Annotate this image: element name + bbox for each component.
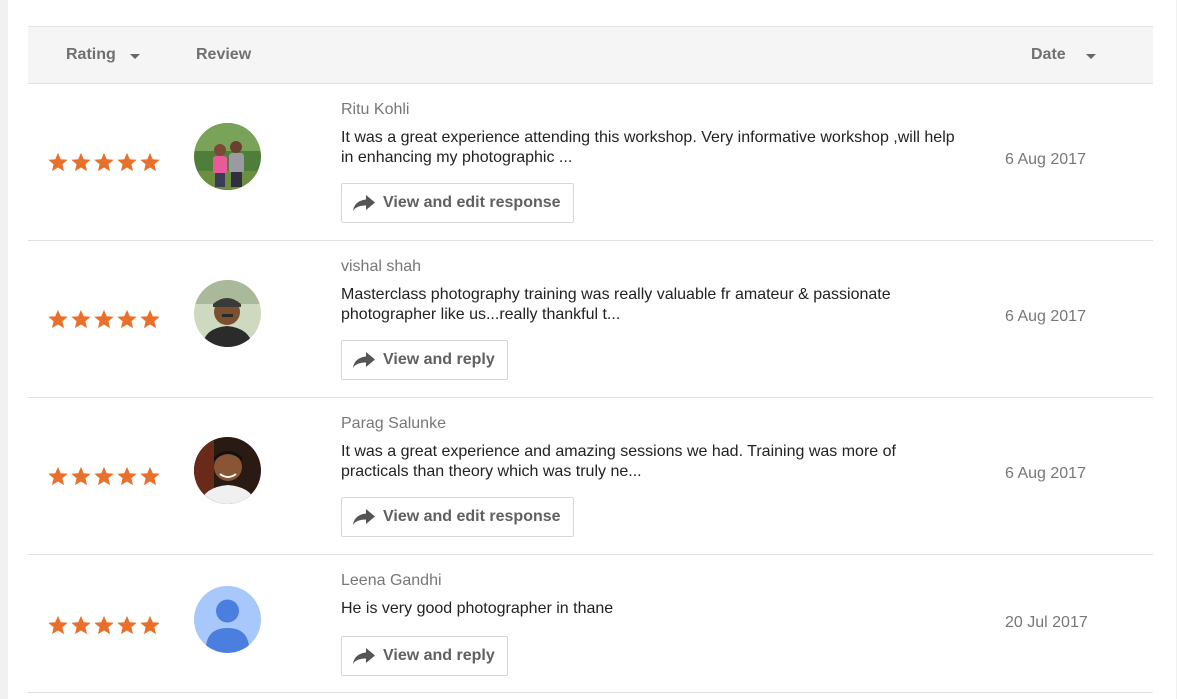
star-icon — [94, 466, 114, 486]
button-label: View and edit response — [383, 508, 561, 525]
star-icon — [117, 152, 137, 172]
review-date: 6 Aug 2017 — [1005, 151, 1086, 168]
caret-down-icon — [129, 53, 140, 59]
star-rating — [47, 614, 161, 636]
star-icon — [94, 152, 114, 172]
star-rating — [47, 465, 161, 487]
table-row: Ritu Kohli It was a great experience att… — [28, 84, 1153, 241]
button-label: View and reply — [383, 351, 495, 368]
reply-arrow-icon — [353, 195, 375, 211]
reviewer-name: Ritu Kohli — [341, 101, 410, 118]
date-column-header[interactable]: Date — [1031, 27, 1096, 83]
star-icon — [140, 152, 160, 172]
avatar[interactable] — [194, 280, 261, 347]
caret-down-icon — [1085, 53, 1096, 59]
view-edit-response-button[interactable]: View and edit response — [341, 183, 574, 223]
reviewer-name: Leena Gandhi — [341, 572, 442, 589]
star-rating — [47, 308, 161, 330]
review-text: Masterclass photography training was rea… — [341, 286, 891, 323]
star-icon — [140, 466, 160, 486]
star-icon — [48, 615, 68, 635]
review-date: 6 Aug 2017 — [1005, 465, 1086, 482]
table-header: Rating Review Date — [28, 26, 1153, 84]
star-icon — [48, 466, 68, 486]
star-icon — [117, 309, 137, 329]
star-icon — [140, 615, 160, 635]
star-icon — [71, 309, 91, 329]
star-icon — [48, 309, 68, 329]
rating-column-header[interactable]: Rating — [66, 27, 140, 83]
star-icon — [71, 615, 91, 635]
star-icon — [71, 466, 91, 486]
review-date: 6 Aug 2017 — [1005, 308, 1086, 325]
table-row: vishal shah Masterclass photography trai… — [28, 241, 1153, 398]
review-text: He is very good photographer in thane — [341, 600, 614, 617]
star-icon — [48, 152, 68, 172]
star-rating — [47, 151, 161, 173]
reply-arrow-icon — [353, 352, 375, 368]
view-edit-response-button[interactable]: View and edit response — [341, 497, 574, 537]
button-label: View and edit response — [383, 194, 561, 211]
date-header-label: Date — [1031, 46, 1066, 63]
star-icon — [140, 309, 160, 329]
reply-arrow-icon — [353, 509, 375, 525]
reviews-card: Rating Review Date Ritu Kohli It was a g… — [8, 0, 1176, 699]
star-icon — [117, 615, 137, 635]
view-reply-button[interactable]: View and reply — [341, 340, 508, 380]
reviewer-name: vishal shah — [341, 258, 422, 275]
review-text: It was a great experience attending this… — [341, 129, 955, 166]
star-icon — [71, 152, 91, 172]
reply-arrow-icon — [353, 648, 375, 664]
star-icon — [117, 466, 137, 486]
avatar[interactable] — [194, 123, 261, 190]
review-text: It was a great experience and amazing se… — [341, 443, 896, 480]
avatar[interactable] — [194, 437, 261, 504]
review-date: 20 Jul 2017 — [1005, 614, 1088, 631]
table-row: Leena Gandhi He is very good photographe… — [28, 555, 1153, 693]
star-icon — [94, 615, 114, 635]
reviewer-name: Parag Salunke — [341, 415, 446, 432]
rating-header-label: Rating — [66, 46, 116, 63]
review-header-label: Review — [196, 46, 252, 63]
view-reply-button[interactable]: View and reply — [341, 636, 508, 676]
review-column-header: Review — [196, 27, 251, 83]
button-label: View and reply — [383, 647, 495, 664]
table-row: Parag Salunke It was a great experience … — [28, 398, 1153, 555]
star-icon — [94, 309, 114, 329]
default-avatar-icon[interactable] — [194, 586, 261, 653]
